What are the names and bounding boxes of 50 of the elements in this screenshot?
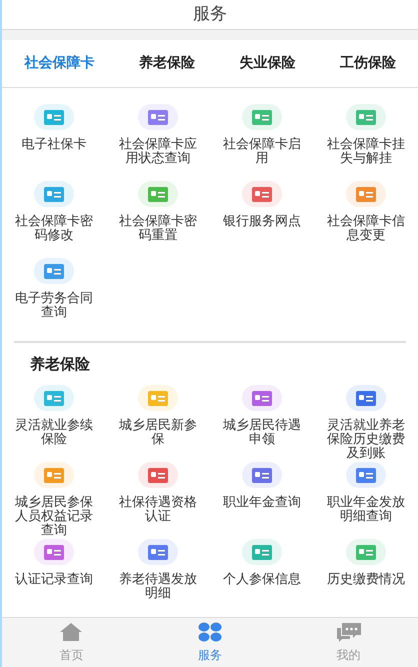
- service-label[interactable]: 历史缴费情况: [324, 573, 408, 587]
- service-icon[interactable]: [346, 462, 386, 488]
- service-label[interactable]: 养老待遇发放明细: [116, 573, 200, 601]
- service-icon[interactable]: [346, 181, 386, 207]
- service-icon[interactable]: [34, 181, 74, 207]
- service-icon[interactable]: [242, 462, 282, 488]
- service-label[interactable]: 社会保障卡挂失与解挂: [324, 138, 408, 166]
- home-icon: [59, 622, 84, 642]
- service-label[interactable]: 职业年金发放明细查询: [324, 496, 408, 524]
- service-icon[interactable]: [138, 104, 178, 130]
- category-tab[interactable]: 养老保险: [134, 53, 199, 74]
- service-icon[interactable]: [138, 181, 178, 207]
- chat-icon: [336, 622, 362, 642]
- service-icon[interactable]: [34, 462, 74, 488]
- service-icon[interactable]: [346, 104, 386, 130]
- service-label[interactable]: 城乡居民新参保: [116, 419, 200, 447]
- service-label[interactable]: 电子劳务合同查询: [12, 292, 96, 320]
- service-icon[interactable]: [34, 104, 74, 130]
- service-icon[interactable]: [346, 539, 386, 565]
- page-title: 服务: [193, 2, 227, 26]
- service-label[interactable]: 电子社保卡: [12, 138, 96, 152]
- service-label[interactable]: 城乡居民参保人员权益记录查询: [12, 496, 96, 538]
- service-icon[interactable]: [138, 462, 178, 488]
- service-icon[interactable]: [242, 181, 282, 207]
- four-petals-icon: [198, 622, 222, 642]
- service-label[interactable]: 社会保障卡信息变更: [324, 215, 408, 243]
- service-label[interactable]: 社会保障卡启用: [220, 138, 304, 166]
- service-label[interactable]: 银行服务网点: [220, 215, 304, 229]
- service-icon[interactable]: [138, 539, 178, 565]
- service-icon[interactable]: [34, 385, 74, 411]
- service-label[interactable]: 灵活就业养老保险历史缴费及到账: [324, 419, 408, 461]
- service-label[interactable]: 职业年金查询: [220, 496, 304, 510]
- service-icon[interactable]: [34, 258, 74, 284]
- category-tab[interactable]: 社会保障卡: [20, 53, 98, 74]
- service-icon[interactable]: [242, 539, 282, 565]
- category-tab[interactable]: 工伤保险: [336, 53, 400, 74]
- service-label[interactable]: 认证记录查询: [12, 573, 96, 587]
- service-icon[interactable]: [242, 104, 282, 130]
- service-label[interactable]: 社会保障卡密码修改: [12, 215, 96, 243]
- service-label[interactable]: 社保待遇资格认证: [116, 496, 200, 524]
- category-tab[interactable]: 失业保险: [235, 53, 300, 74]
- service-icon[interactable]: [242, 385, 282, 411]
- service-icon[interactable]: [34, 539, 74, 565]
- service-label[interactable]: 城乡居民待遇申领: [220, 419, 304, 447]
- service-label[interactable]: 个人参保信息: [220, 573, 304, 587]
- service-label[interactable]: 灵活就业参续保险: [12, 419, 96, 447]
- service-label[interactable]: 社会保障卡应用状态查询: [116, 138, 200, 166]
- section-heading: 养老保险: [30, 354, 90, 375]
- service-icon[interactable]: [346, 385, 386, 411]
- service-label[interactable]: 社会保障卡密码重置: [116, 215, 200, 243]
